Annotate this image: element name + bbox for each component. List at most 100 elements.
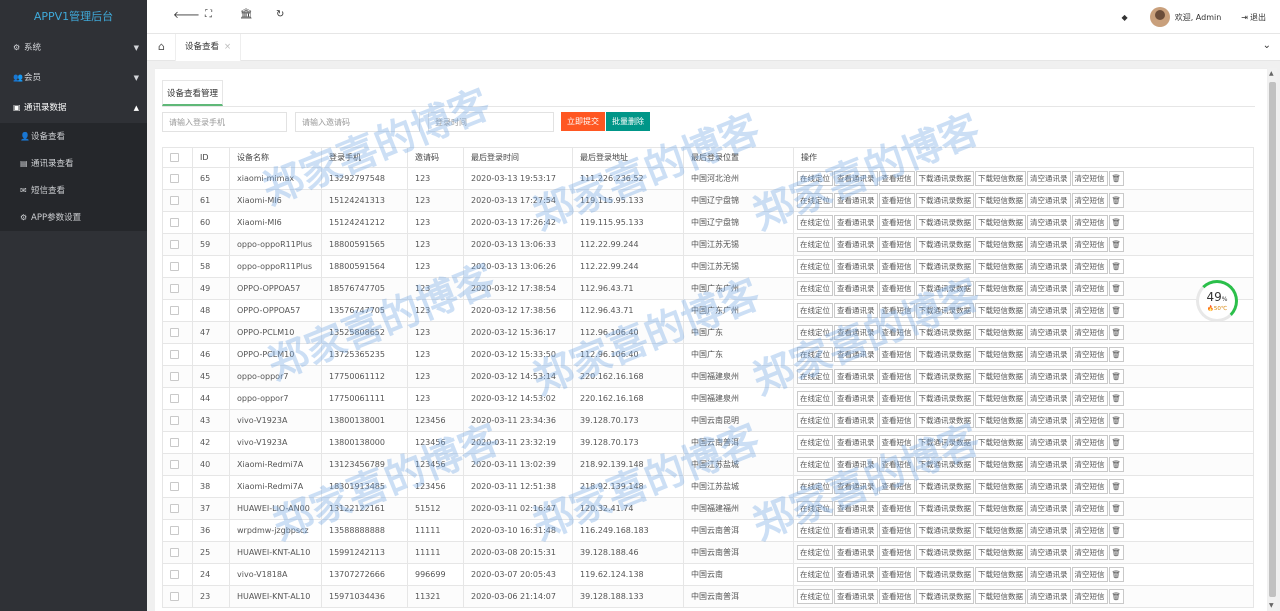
- delete-button[interactable]: 🗑: [1108, 567, 1125, 582]
- row-checkbox[interactable]: [170, 306, 179, 315]
- clear-contacts-button[interactable]: 清空通讯录: [1027, 435, 1071, 450]
- sidebar-item-contacts-view[interactable]: ▤ 通讯录查看: [0, 150, 147, 177]
- view-contacts-button[interactable]: 查看通讯录: [834, 391, 878, 406]
- view-sms-button[interactable]: 查看短信: [878, 325, 915, 340]
- delete-button[interactable]: 🗑: [1108, 171, 1125, 186]
- row-select-cell[interactable]: [162, 343, 193, 366]
- clear-sms-button[interactable]: 清空短信: [1071, 347, 1108, 362]
- view-contacts-button[interactable]: 查看通讯录: [834, 413, 878, 428]
- clear-contacts-button[interactable]: 清空通讯录: [1027, 259, 1071, 274]
- sidebar-item-app-settings[interactable]: ⚙ APP参数设置: [0, 204, 147, 231]
- download-contacts-button[interactable]: 下载通讯录数据: [915, 193, 974, 208]
- view-contacts-button[interactable]: 查看通讯录: [834, 545, 878, 560]
- view-sms-button[interactable]: 查看短信: [878, 237, 915, 252]
- row-select-cell[interactable]: [162, 563, 193, 586]
- download-contacts-button[interactable]: 下载通讯录数据: [915, 479, 974, 494]
- row-checkbox[interactable]: [170, 526, 179, 535]
- view-sms-button[interactable]: 查看短信: [878, 435, 915, 450]
- view-sms-button[interactable]: 查看短信: [878, 545, 915, 560]
- locate-button[interactable]: 在线定位: [797, 281, 833, 296]
- locate-button[interactable]: 在线定位: [797, 435, 833, 450]
- clear-sms-button[interactable]: 清空短信: [1071, 589, 1108, 604]
- download-contacts-button[interactable]: 下载通讯录数据: [915, 413, 974, 428]
- delete-button[interactable]: 🗑: [1108, 369, 1125, 384]
- row-select-cell[interactable]: [162, 233, 193, 256]
- download-sms-button[interactable]: 下载短信数据: [975, 501, 1026, 516]
- row-checkbox[interactable]: [170, 504, 179, 513]
- clear-contacts-button[interactable]: 清空通讯录: [1027, 545, 1071, 560]
- view-sms-button[interactable]: 查看短信: [878, 479, 915, 494]
- view-contacts-button[interactable]: 查看通讯录: [834, 457, 878, 472]
- select-all-header[interactable]: [162, 147, 193, 168]
- download-sms-button[interactable]: 下载短信数据: [975, 171, 1026, 186]
- avatar[interactable]: [1149, 7, 1170, 27]
- delete-button[interactable]: 🗑: [1108, 457, 1125, 472]
- clear-sms-button[interactable]: 清空短信: [1071, 303, 1108, 318]
- download-sms-button[interactable]: 下载短信数据: [975, 303, 1026, 318]
- download-contacts-button[interactable]: 下载通讯录数据: [915, 501, 974, 516]
- clear-sms-button[interactable]: 清空短信: [1071, 281, 1108, 296]
- delete-button[interactable]: 🗑: [1108, 501, 1125, 516]
- row-checkbox[interactable]: [170, 372, 179, 381]
- download-contacts-button[interactable]: 下载通讯录数据: [915, 237, 974, 252]
- download-sms-button[interactable]: 下载短信数据: [975, 259, 1026, 274]
- clear-sms-button[interactable]: 清空短信: [1071, 259, 1108, 274]
- clear-contacts-button[interactable]: 清空通讯录: [1027, 369, 1071, 384]
- locate-button[interactable]: 在线定位: [797, 589, 833, 604]
- row-select-cell[interactable]: [162, 431, 193, 454]
- clear-sms-button[interactable]: 清空短信: [1071, 215, 1108, 230]
- download-sms-button[interactable]: 下载短信数据: [975, 413, 1026, 428]
- system-monitor-gauge[interactable]: 49% 🔥50℃: [1196, 280, 1238, 322]
- clear-sms-button[interactable]: 清空短信: [1071, 523, 1108, 538]
- invite-code-input[interactable]: [295, 112, 420, 132]
- locate-button[interactable]: 在线定位: [797, 501, 833, 516]
- delete-button[interactable]: 🗑: [1108, 347, 1125, 362]
- locate-button[interactable]: 在线定位: [797, 413, 833, 428]
- brand-title[interactable]: APPV1管理后台: [0, 0, 147, 33]
- download-sms-button[interactable]: 下载短信数据: [975, 457, 1026, 472]
- download-contacts-button[interactable]: 下载通讯录数据: [915, 545, 974, 560]
- delete-button[interactable]: 🗑: [1108, 259, 1125, 274]
- locate-button[interactable]: 在线定位: [797, 457, 833, 472]
- row-checkbox[interactable]: [170, 284, 179, 293]
- welcome-text[interactable]: 欢迎, Admin: [1175, 12, 1222, 23]
- view-sms-button[interactable]: 查看短信: [878, 215, 915, 230]
- delete-button[interactable]: 🗑: [1108, 479, 1125, 494]
- row-select-cell[interactable]: [162, 409, 193, 432]
- download-contacts-button[interactable]: 下载通讯录数据: [915, 303, 974, 318]
- view-sms-button[interactable]: 查看短信: [878, 567, 915, 582]
- locate-button[interactable]: 在线定位: [797, 193, 833, 208]
- row-checkbox[interactable]: [170, 262, 179, 271]
- tag-icon[interactable]: ◆: [1122, 13, 1128, 22]
- row-select-cell[interactable]: [162, 167, 193, 190]
- delete-button[interactable]: 🗑: [1108, 303, 1125, 318]
- clear-contacts-button[interactable]: 清空通讯录: [1027, 281, 1071, 296]
- clear-contacts-button[interactable]: 清空通讯录: [1027, 171, 1071, 186]
- row-checkbox[interactable]: [170, 174, 179, 183]
- view-contacts-button[interactable]: 查看通讯录: [834, 215, 878, 230]
- clear-sms-button[interactable]: 清空短信: [1071, 545, 1108, 560]
- clear-contacts-button[interactable]: 清空通讯录: [1027, 303, 1071, 318]
- row-select-cell[interactable]: [162, 189, 193, 212]
- clear-contacts-button[interactable]: 清空通讯录: [1027, 325, 1071, 340]
- locate-button[interactable]: 在线定位: [797, 237, 833, 252]
- sidebar-menu-contacts[interactable]: ▣ 通讯录数据 ▲: [0, 93, 147, 123]
- row-select-cell[interactable]: [162, 365, 193, 388]
- view-contacts-button[interactable]: 查看通讯录: [834, 347, 878, 362]
- view-contacts-button[interactable]: 查看通讯录: [834, 325, 878, 340]
- download-sms-button[interactable]: 下载短信数据: [975, 281, 1026, 296]
- row-checkbox[interactable]: [170, 218, 179, 227]
- download-contacts-button[interactable]: 下载通讯录数据: [915, 281, 974, 296]
- view-sms-button[interactable]: 查看短信: [878, 501, 915, 516]
- delete-button[interactable]: 🗑: [1108, 413, 1125, 428]
- view-sms-button[interactable]: 查看短信: [878, 589, 915, 604]
- download-sms-button[interactable]: 下载短信数据: [975, 545, 1026, 560]
- view-contacts-button[interactable]: 查看通讯录: [834, 369, 878, 384]
- back-arrow-icon[interactable]: 🡐: [173, 9, 200, 21]
- clear-sms-button[interactable]: 清空短信: [1071, 193, 1108, 208]
- locate-button[interactable]: 在线定位: [797, 325, 833, 340]
- row-select-cell[interactable]: [162, 475, 193, 498]
- view-sms-button[interactable]: 查看短信: [878, 369, 915, 384]
- scroll-up-icon[interactable]: ▲: [1269, 70, 1274, 77]
- delete-button[interactable]: 🗑: [1108, 589, 1125, 604]
